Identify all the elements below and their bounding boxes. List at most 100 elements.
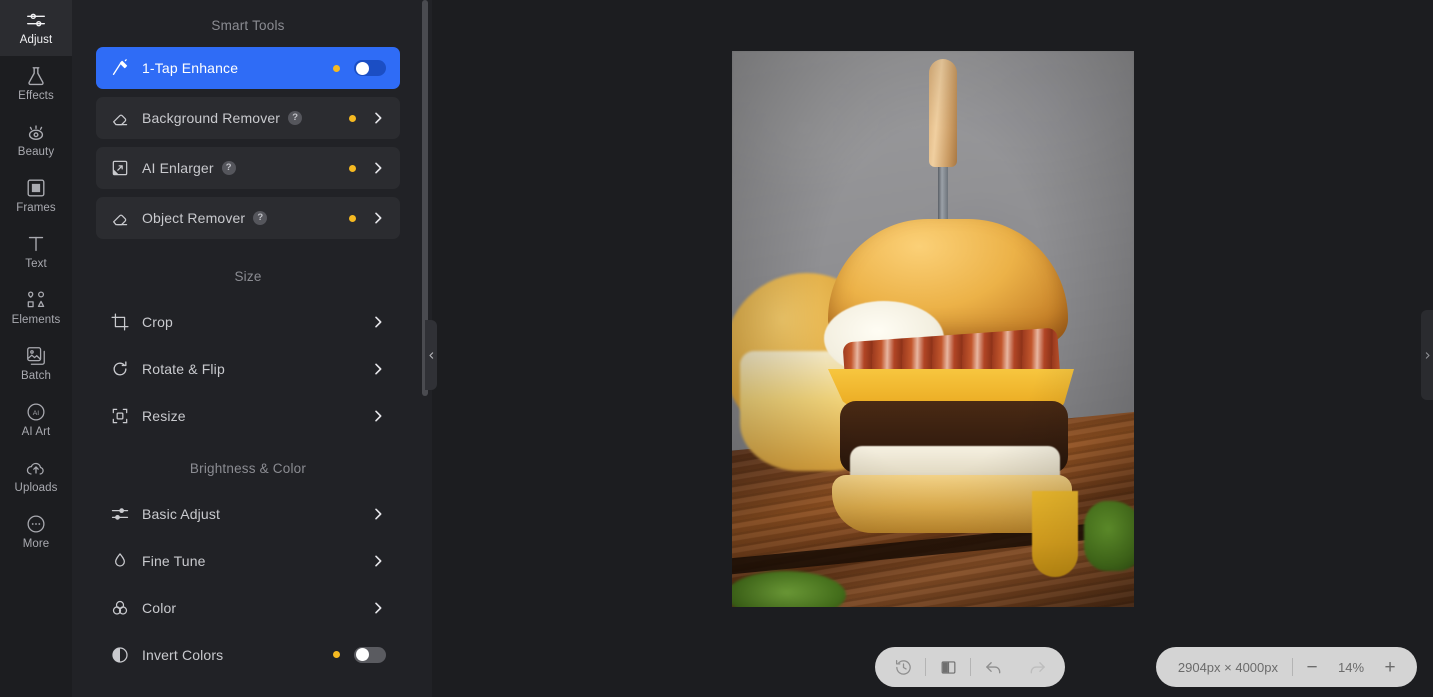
tool-object-remover[interactable]: Object Remover ?: [96, 197, 400, 239]
rail-item-elements[interactable]: Elements: [0, 280, 72, 336]
rail-label: AI Art: [21, 426, 51, 438]
premium-dot-badge: [349, 114, 356, 122]
rail-item-frames[interactable]: Frames: [0, 168, 72, 224]
rail-label: Frames: [16, 202, 56, 214]
tool-label: Resize: [142, 407, 186, 424]
eraser-icon: [110, 108, 130, 128]
premium-dot-badge: [349, 164, 356, 172]
tool-1-tap-enhance[interactable]: 1-Tap Enhance: [96, 47, 400, 89]
image-dimensions: 2904px × 4000px: [1177, 659, 1278, 675]
rotate-icon: [110, 359, 130, 379]
upload-cloud-icon: [25, 457, 47, 479]
panel-scroll-region: Smart Tools 1-Tap Enhance Background Rem…: [72, 0, 424, 697]
rail-item-ai-art[interactable]: AI AI Art: [0, 392, 72, 448]
ai-circle-icon: AI: [25, 401, 47, 423]
chevron-right-icon[interactable]: [370, 314, 386, 330]
tool-label: 1-Tap Enhance: [142, 60, 239, 76]
tool-label: Color: [142, 599, 177, 616]
tool-label: Fine Tune: [142, 552, 206, 569]
undo-button[interactable]: [971, 647, 1015, 687]
tool-background-remover[interactable]: Background Remover ?: [96, 97, 400, 139]
rail-item-beauty[interactable]: Beauty: [0, 112, 72, 168]
rail-label: Uploads: [14, 482, 58, 494]
tool-invert-colors[interactable]: Invert Colors: [96, 631, 400, 678]
chevron-right-icon[interactable]: [370, 553, 386, 569]
tool-color[interactable]: Color: [96, 584, 400, 631]
chevron-right-icon[interactable]: [370, 210, 386, 226]
history-toolbar: [875, 647, 1065, 687]
frame-icon: [25, 177, 47, 199]
tool-label: Rotate & Flip: [142, 360, 225, 377]
tool-label: AI Enlarger: [142, 160, 214, 176]
rail-item-adjust[interactable]: Adjust: [0, 0, 72, 56]
eye-icon: [25, 121, 47, 143]
rail-item-text[interactable]: Text: [0, 224, 72, 280]
section-title-advanced-edits: Advanced Edits: [72, 678, 424, 697]
collapse-panel-handle[interactable]: [425, 320, 437, 390]
toggle-knob: [355, 61, 369, 75]
toggle-knob: [355, 648, 369, 661]
chevron-right-icon[interactable]: [370, 110, 386, 126]
help-icon[interactable]: ?: [221, 161, 236, 175]
toggle-invert-colors[interactable]: [354, 646, 386, 663]
magic-wand-icon: [110, 58, 130, 78]
rail-item-uploads[interactable]: Uploads: [0, 448, 72, 504]
rail-label: Adjust: [19, 34, 53, 46]
rail-label: Text: [25, 258, 47, 270]
chevron-right-icon[interactable]: [370, 408, 386, 424]
history-button[interactable]: [881, 647, 925, 687]
chevron-right-icon[interactable]: [370, 160, 386, 176]
toggle-1-tap-enhance[interactable]: [354, 60, 386, 76]
left-nav-rail: Adjust Effects Beauty Frames Text Elemen…: [0, 0, 72, 697]
help-icon[interactable]: ?: [288, 111, 303, 125]
droplet-icon: [110, 551, 130, 571]
premium-dot-badge: [333, 64, 340, 72]
compare-button[interactable]: [926, 647, 970, 687]
photo-knife-handle: [929, 59, 957, 167]
chevron-right-icon[interactable]: [370, 361, 386, 377]
rail-item-more[interactable]: More: [0, 504, 72, 560]
canvas-area[interactable]: 2904px × 4000px − 14% +: [432, 0, 1433, 697]
zoom-toolbar: 2904px × 4000px − 14% +: [1155, 647, 1417, 687]
rail-item-effects[interactable]: Effects: [0, 56, 72, 112]
rail-label: Batch: [21, 370, 51, 382]
circles-icon: [110, 598, 130, 618]
eraser-icon: [110, 208, 130, 228]
tool-basic-adjust[interactable]: Basic Adjust: [96, 490, 400, 537]
tool-fine-tune[interactable]: Fine Tune: [96, 537, 400, 584]
photo-burger: [732, 51, 1134, 607]
rail-label: More: [22, 538, 50, 550]
section-title-size: Size: [234, 269, 262, 284]
rail-label: Elements: [11, 314, 61, 326]
adjust-tools-panel: Smart Tools 1-Tap Enhance Background Rem…: [72, 0, 432, 697]
tool-resize[interactable]: Resize: [96, 392, 400, 439]
shapes-icon: [25, 289, 47, 311]
rail-item-batch[interactable]: Batch: [0, 336, 72, 392]
image-editor-app: Adjust Effects Beauty Frames Text Elemen…: [0, 0, 1433, 697]
photo-cheese-drip: [1032, 491, 1078, 577]
tool-crop[interactable]: Crop: [96, 298, 400, 345]
chevron-right-icon[interactable]: [370, 600, 386, 616]
redo-icon: [1030, 661, 1045, 673]
flask-icon: [25, 65, 47, 87]
premium-dot-badge: [333, 651, 340, 658]
tool-label: Crop: [142, 313, 173, 330]
zoom-level[interactable]: 14%: [1331, 660, 1371, 675]
chevron-right-icon[interactable]: [370, 506, 386, 522]
tool-rotate-flip[interactable]: Rotate & Flip: [96, 345, 400, 392]
photo-herb-right: [1084, 501, 1134, 571]
ellipsis-icon: [25, 513, 47, 535]
undo-icon: [985, 661, 1000, 673]
sliders-icon: [25, 9, 47, 31]
zoom-in-button[interactable]: +: [1371, 647, 1409, 687]
section-title-brightness-color: Brightness & Color: [189, 461, 307, 476]
image-preview[interactable]: [732, 51, 1134, 607]
expand-right-panel-handle[interactable]: [1421, 310, 1433, 400]
enlarge-icon: [110, 158, 130, 178]
premium-dot-badge: [349, 214, 356, 222]
crop-icon: [110, 312, 130, 332]
redo-button[interactable]: [1015, 647, 1059, 687]
zoom-out-button[interactable]: −: [1293, 647, 1331, 687]
help-icon[interactable]: ?: [253, 211, 268, 225]
tool-ai-enlarger[interactable]: AI Enlarger ?: [96, 147, 400, 189]
